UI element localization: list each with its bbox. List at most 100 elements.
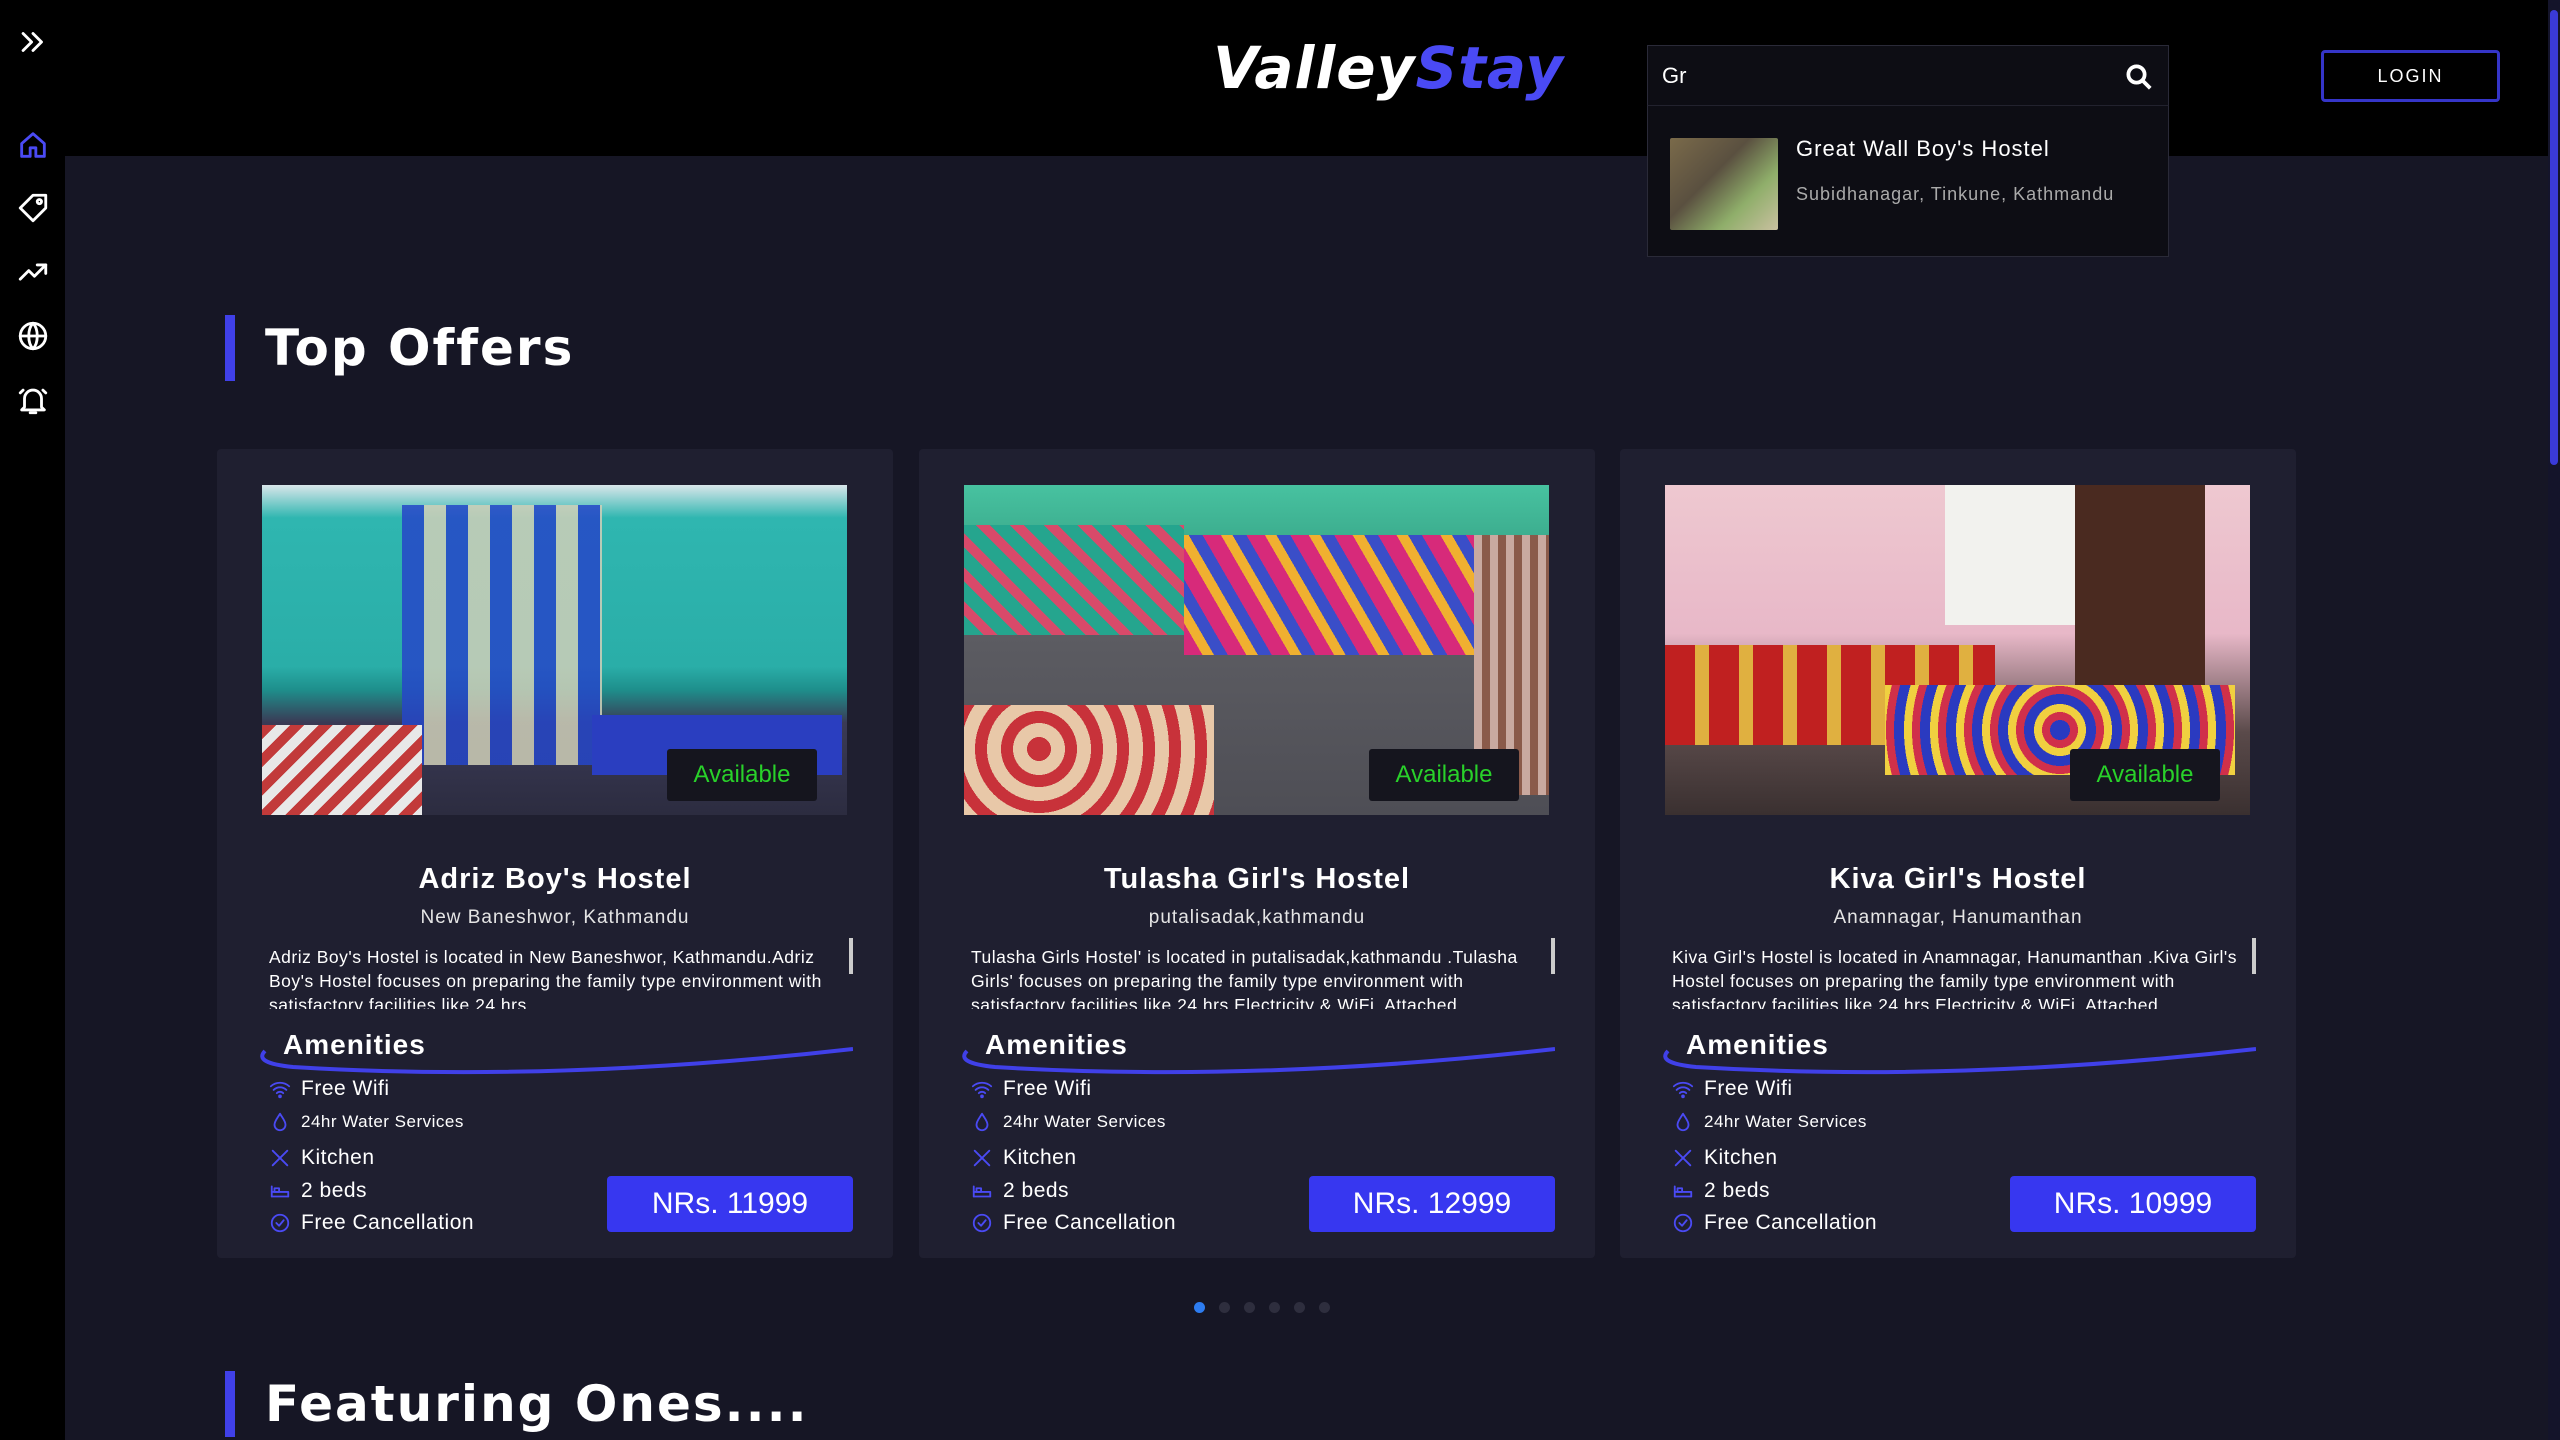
description-scrollbar[interactable] xyxy=(2252,938,2256,974)
amenity-kitchen: Kitchen xyxy=(1672,1146,1778,1170)
hostel-title: Adriz Boy's Hostel xyxy=(418,863,692,895)
carousel-dots xyxy=(1194,1302,1330,1313)
hostel-card[interactable]: Available Adriz Boy's Hostel New Baneshw… xyxy=(217,449,893,1258)
wifi-icon xyxy=(1672,1081,1694,1099)
hostel-description[interactable]: Adriz Boy's Hostel is located in New Ban… xyxy=(269,945,835,1009)
hostel-location: Anamnagar, Hanumanthan xyxy=(1833,907,2083,928)
page: ValleyStay LOGIN Great Wall Boy's Hostel… xyxy=(0,0,2560,1440)
amenity-water: 24hr Water Services xyxy=(269,1111,464,1133)
result-thumbnail xyxy=(1670,138,1778,230)
water-drop-icon xyxy=(975,1112,989,1132)
hostel-description[interactable]: Kiva Girl's Hostel is located in Anamnag… xyxy=(1672,945,2238,1009)
hostel-description[interactable]: Tulasha Girls Hostel' is located in puta… xyxy=(971,945,1537,1009)
description-scrollbar[interactable] xyxy=(849,938,853,974)
scrollbar-thumb[interactable] xyxy=(2550,10,2558,465)
amenity-wifi: Free Wifi xyxy=(1672,1077,1793,1101)
amenity-cancellation: Free Cancellation xyxy=(971,1211,1176,1235)
globe-icon xyxy=(18,321,47,351)
sidebar-item-explore[interactable] xyxy=(0,312,65,360)
carousel-dot[interactable] xyxy=(1194,1302,1205,1313)
amenity-label: Free Cancellation xyxy=(1003,1211,1177,1234)
bed-icon xyxy=(972,1185,992,1198)
logo-part-1: Valley xyxy=(1213,34,1416,102)
amenities-heading: Amenities xyxy=(1686,1029,1829,1060)
search-icon[interactable] xyxy=(2124,62,2154,92)
bed-icon xyxy=(1673,1185,1693,1198)
amenity-water: 24hr Water Services xyxy=(971,1111,1166,1133)
hostel-location: putalisadak,kathmandu xyxy=(1148,907,1366,928)
price-button[interactable]: NRs. 11999 xyxy=(607,1176,853,1232)
amenity-kitchen: Kitchen xyxy=(269,1146,375,1170)
carousel-dot[interactable] xyxy=(1269,1302,1280,1313)
check-circle-icon xyxy=(270,1213,290,1233)
hostel-title: Tulasha Girl's Hostel xyxy=(1103,863,1411,895)
check-circle-icon xyxy=(1673,1213,1693,1233)
amenity-label: Kitchen xyxy=(1704,1146,1778,1169)
search-input[interactable] xyxy=(1662,58,2102,94)
utensils-icon xyxy=(973,1149,991,1167)
sidebar-item-trending[interactable] xyxy=(0,248,65,296)
description-scrollbar[interactable] xyxy=(1551,938,1555,974)
section-title-featuring: Featuring Ones.... xyxy=(225,1371,809,1437)
login-button[interactable]: LOGIN xyxy=(2321,50,2500,102)
amenity-cancellation: Free Cancellation xyxy=(1672,1211,1877,1235)
result-name: Great Wall Boy's Hostel xyxy=(1796,136,2050,161)
result-location: Subidhanagar, Tinkune, Kathmandu xyxy=(1796,184,2115,204)
carousel-dot[interactable] xyxy=(1244,1302,1255,1313)
tag-icon xyxy=(18,193,47,223)
carousel-dot[interactable] xyxy=(1219,1302,1230,1313)
price-button[interactable]: NRs. 10999 xyxy=(2010,1176,2256,1232)
sidebar-item-notifications[interactable] xyxy=(0,376,65,424)
amenity-label: 24hr Water Services xyxy=(1003,1112,1166,1131)
hostel-card[interactable]: Available Kiva Girl's Hostel Anamnagar, … xyxy=(1620,449,2296,1258)
amenity-label: 2 beds xyxy=(1003,1179,1070,1202)
hostel-photo: Available xyxy=(1665,485,2250,815)
expand-sidebar-button[interactable] xyxy=(0,18,65,66)
carousel-dot[interactable] xyxy=(1294,1302,1305,1313)
amenity-label: Kitchen xyxy=(301,1146,375,1169)
amenity-kitchen: Kitchen xyxy=(971,1146,1077,1170)
amenity-beds: 2 beds xyxy=(269,1179,367,1203)
search-box xyxy=(1647,45,2169,105)
amenities-heading: Amenities xyxy=(985,1029,1128,1060)
logo[interactable]: ValleyStay xyxy=(1213,34,1564,102)
amenity-label: Free Wifi xyxy=(301,1077,390,1100)
home-icon xyxy=(19,132,46,158)
amenity-label: 24hr Water Services xyxy=(301,1112,464,1131)
hostel-title: Kiva Girl's Hostel xyxy=(1829,863,2087,895)
carousel-dot[interactable] xyxy=(1319,1302,1330,1313)
amenity-water: 24hr Water Services xyxy=(1672,1111,1867,1133)
amenity-label: Kitchen xyxy=(1003,1146,1077,1169)
amenity-wifi: Free Wifi xyxy=(269,1077,390,1101)
double-chevron-right-icon xyxy=(21,32,43,52)
status-badge: Available xyxy=(1369,749,1519,801)
search-results-dropdown: Great Wall Boy's Hostel Subidhanagar, Ti… xyxy=(1647,105,2169,257)
amenity-label: 2 beds xyxy=(301,1179,368,1202)
hostel-location: New Baneshwor, Kathmandu xyxy=(420,907,690,928)
amenity-label: 24hr Water Services xyxy=(1704,1112,1867,1131)
amenity-beds: 2 beds xyxy=(1672,1179,1770,1203)
sidebar-item-offers[interactable] xyxy=(0,184,65,232)
water-drop-icon xyxy=(273,1112,287,1132)
amenity-label: Free Wifi xyxy=(1003,1077,1092,1100)
status-badge: Available xyxy=(667,749,817,801)
amenity-label: Free Cancellation xyxy=(1704,1211,1878,1234)
wifi-icon xyxy=(971,1081,993,1099)
page-scrollbar[interactable] xyxy=(2548,0,2560,1440)
hostel-photo: Available xyxy=(964,485,1549,815)
amenity-label: 2 beds xyxy=(1704,1179,1771,1202)
price-button[interactable]: NRs. 12999 xyxy=(1309,1176,1555,1232)
amenities-heading: Amenities xyxy=(283,1029,426,1060)
trending-up-icon xyxy=(18,263,47,281)
sidebar-item-home[interactable] xyxy=(0,121,65,169)
section-title-top-offers: Top Offers xyxy=(225,315,574,381)
search-result-item[interactable]: Great Wall Boy's Hostel Subidhanagar, Ti… xyxy=(1648,106,2170,258)
amenity-beds: 2 beds xyxy=(971,1179,1069,1203)
amenity-label: Free Cancellation xyxy=(301,1211,475,1234)
amenity-cancellation: Free Cancellation xyxy=(269,1211,474,1235)
utensils-icon xyxy=(1674,1149,1692,1167)
hostel-card[interactable]: Available Tulasha Girl's Hostel putalisa… xyxy=(919,449,1595,1258)
check-circle-icon xyxy=(972,1213,992,1233)
hostel-photo: Available xyxy=(262,485,847,815)
wifi-icon xyxy=(269,1081,291,1099)
